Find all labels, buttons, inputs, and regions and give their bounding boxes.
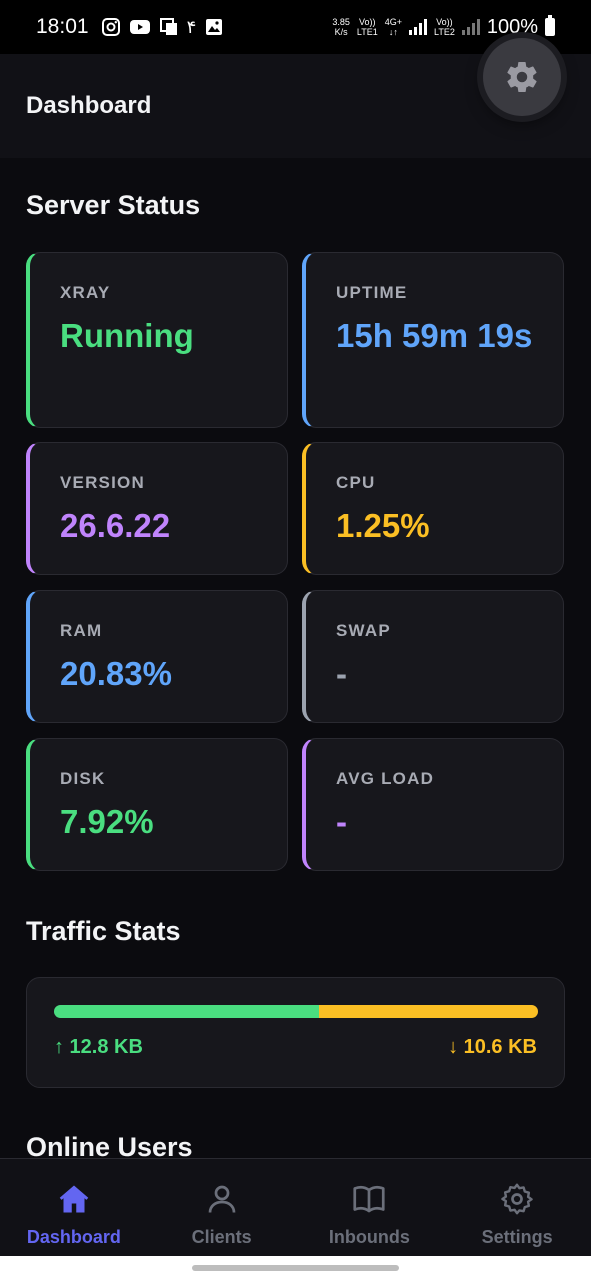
stat-label: AVG LOAD (336, 769, 435, 788)
stat-card-xray: XRAY Running (26, 252, 288, 428)
youtube-icon (129, 20, 150, 34)
stat-card-avg-load: AVG LOAD - (302, 738, 564, 871)
download-bar-segment (318, 1005, 538, 1018)
clock: 18:01 (36, 15, 89, 38)
nav-label: Clients (191, 1227, 252, 1247)
nav-label: Inbounds (328, 1227, 410, 1247)
sim2-indicator: Vo)) LTE2 (434, 17, 455, 37)
stat-label: SWAP (336, 621, 391, 640)
gear-icon (507, 62, 537, 93)
stat-value: 15h 59m 19s (336, 317, 533, 354)
stat-card-swap: SWAP - (302, 590, 564, 723)
stat-card-disk: DISK 7.92% (26, 738, 288, 871)
stat-card-uptime: UPTIME 15h 59m 19s (302, 252, 564, 428)
data-arrows: ↓↑ (388, 27, 398, 37)
home-gesture-pill[interactable] (192, 1265, 399, 1271)
user-icon (208, 1185, 235, 1213)
stat-value: 1.25% (336, 507, 430, 544)
status-bar-right: 3.85 K/s Vo)) LTE1 4G+ ↓↑ Vo)) LTE2 100% (332, 15, 555, 39)
network-type: 4G+ ↓↑ (385, 17, 402, 37)
stat-value: 26.6.22 (60, 507, 171, 544)
settings-fab-button[interactable] (483, 38, 561, 116)
battery-percent: 100% (486, 15, 538, 38)
page-title: Dashboard (26, 92, 152, 119)
stat-label: XRAY (60, 283, 111, 302)
instagram-icon (101, 18, 120, 36)
nav-inbounds[interactable]: Inbounds (296, 1159, 444, 1256)
net-speed-value: 3.85 (332, 17, 350, 27)
nav-label: Dashboard (26, 1227, 121, 1247)
sim1-indicator: Vo)) LTE1 (357, 17, 378, 37)
upload-bar-segment (54, 1005, 319, 1018)
stat-label: CPU (336, 473, 376, 492)
online-users-title: Online Users (26, 1132, 193, 1158)
status-bar-left: 18:01 ۴ (36, 15, 224, 39)
stat-value: Running (60, 317, 194, 354)
gallery-icon (206, 19, 223, 35)
nav-settings[interactable]: Settings (443, 1159, 591, 1256)
net-speed: 3.85 K/s (332, 17, 350, 37)
stat-value: 20.83% (60, 655, 172, 692)
bottom-navigation: Dashboard Clients Inbounds Settings (0, 1158, 591, 1256)
persian-digit: ۴ (186, 16, 197, 37)
sim1-volte: Vo)) (359, 17, 376, 27)
stat-value: - (336, 655, 347, 692)
book-icon (353, 1185, 385, 1213)
upload-total: ↑ 12.8 KB (54, 1036, 143, 1058)
traffic-ratio-bar (54, 1005, 538, 1018)
sim2-lte: LTE2 (434, 27, 455, 37)
stat-card-ram: RAM 20.83% (26, 590, 288, 723)
network-type-label: 4G+ (384, 17, 402, 27)
nav-label: Settings (481, 1227, 553, 1247)
stat-label: UPTIME (336, 283, 408, 302)
net-speed-unit: K/s (334, 27, 348, 37)
stat-card-version: VERSION 26.6.22 (26, 442, 288, 575)
nav-dashboard[interactable]: Dashboard (0, 1159, 148, 1256)
stat-label: RAM (60, 621, 103, 640)
download-total: ↓ 10.6 KB (448, 1036, 537, 1058)
traffic-stats-title: Traffic Stats (26, 916, 181, 946)
stat-card-cpu: CPU 1.25% (302, 442, 564, 575)
sim1-lte: LTE1 (356, 27, 378, 37)
stat-label: VERSION (60, 473, 145, 492)
app-notification-icon (159, 18, 177, 35)
stat-label: DISK (60, 769, 106, 788)
dashboard-content[interactable]: Server Status XRAY Running UPTIME 15h 59… (0, 158, 591, 1158)
stat-value: - (336, 803, 347, 840)
traffic-stats-card: ↑ 12.8 KB ↓ 10.6 KB (26, 977, 565, 1088)
battery-icon (545, 15, 555, 36)
signal-strength-icon (409, 19, 427, 35)
gesture-navigation-area (0, 1256, 591, 1280)
home-icon (59, 1185, 89, 1213)
sim2-volte: Vo)) (436, 17, 453, 27)
signal-strength-2-icon (461, 19, 480, 35)
stat-value: 7.92% (60, 803, 154, 840)
server-status-title: Server Status (26, 190, 201, 220)
gear-icon (501, 1183, 533, 1215)
nav-clients[interactable]: Clients (148, 1159, 296, 1256)
